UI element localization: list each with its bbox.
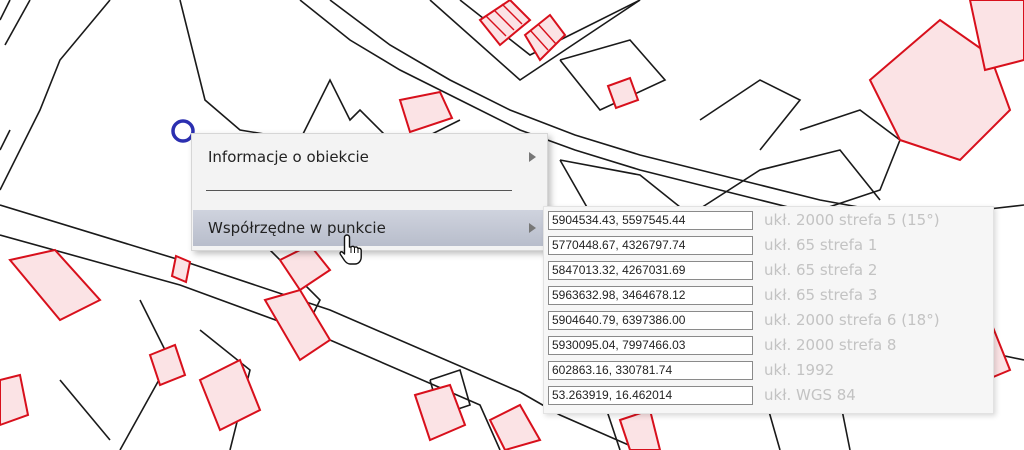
coordinate-row[interactable]: 5963632.98, 3464678.12 ukł. 65 strefa 3 <box>548 284 988 309</box>
coordinate-system-label: ukł. 2000 strefa 8 <box>764 336 897 354</box>
hand-pointer-icon <box>339 234 362 265</box>
coordinate-value[interactable]: 5904534.43, 5597545.44 <box>548 211 753 230</box>
coordinate-row[interactable]: 5770448.67, 4326797.74 ukł. 65 strefa 1 <box>548 234 988 259</box>
menu-item-object-info[interactable]: Informacje o obiekcie <box>193 139 546 175</box>
coordinate-row[interactable]: 53.263919, 16.462014 ukł. WGS 84 <box>548 384 988 409</box>
coordinate-system-label: ukł. 2000 strefa 6 (18°) <box>764 311 940 329</box>
coordinate-value[interactable]: 5963632.98, 3464678.12 <box>548 286 753 305</box>
circle-marker-icon[interactable] <box>171 119 195 143</box>
menu-separator <box>206 190 512 191</box>
menu-item-point-coordinates[interactable]: Współrzędne w punkcie <box>193 210 546 246</box>
coordinate-value[interactable]: 5770448.67, 4326797.74 <box>548 236 753 255</box>
coordinate-value[interactable]: 5904640.79, 6397386.00 <box>548 311 753 330</box>
coordinate-system-label: ukł. 2000 strefa 5 (15°) <box>764 211 940 229</box>
coordinate-row[interactable]: 5904534.43, 5597545.44 ukł. 2000 strefa … <box>548 209 988 234</box>
submenu-arrow-icon <box>529 152 536 162</box>
coordinate-system-label: ukł. 1992 <box>764 361 835 379</box>
coordinate-value[interactable]: 5847013.32, 4267031.69 <box>548 261 753 280</box>
submenu-arrow-icon <box>529 223 536 233</box>
coordinate-row[interactable]: 5930095.04, 7997466.03 ukł. 2000 strefa … <box>548 334 988 359</box>
coordinate-row[interactable]: 5847013.32, 4267031.69 ukł. 65 strefa 2 <box>548 259 988 284</box>
coordinate-system-label: ukł. 65 strefa 3 <box>764 286 878 304</box>
context-menu: Informacje o obiekcie Współrzędne w punk… <box>191 133 548 251</box>
coordinate-system-label: ukł. WGS 84 <box>764 386 856 404</box>
coordinate-system-label: ukł. 65 strefa 1 <box>764 236 878 254</box>
coordinate-row[interactable]: 5904640.79, 6397386.00 ukł. 2000 strefa … <box>548 309 988 334</box>
menu-item-label: Informacje o obiekcie <box>208 148 369 166</box>
coordinate-value[interactable]: 602863.16, 330781.74 <box>548 361 753 380</box>
coordinate-value[interactable]: 5930095.04, 7997466.03 <box>548 336 753 355</box>
coordinates-submenu: 5904534.43, 5597545.44 ukł. 2000 strefa … <box>543 206 994 414</box>
coordinate-system-label: ukł. 65 strefa 2 <box>764 261 878 279</box>
coordinate-row[interactable]: 602863.16, 330781.74 ukł. 1992 <box>548 359 988 384</box>
coordinate-value[interactable]: 53.263919, 16.462014 <box>548 386 753 405</box>
